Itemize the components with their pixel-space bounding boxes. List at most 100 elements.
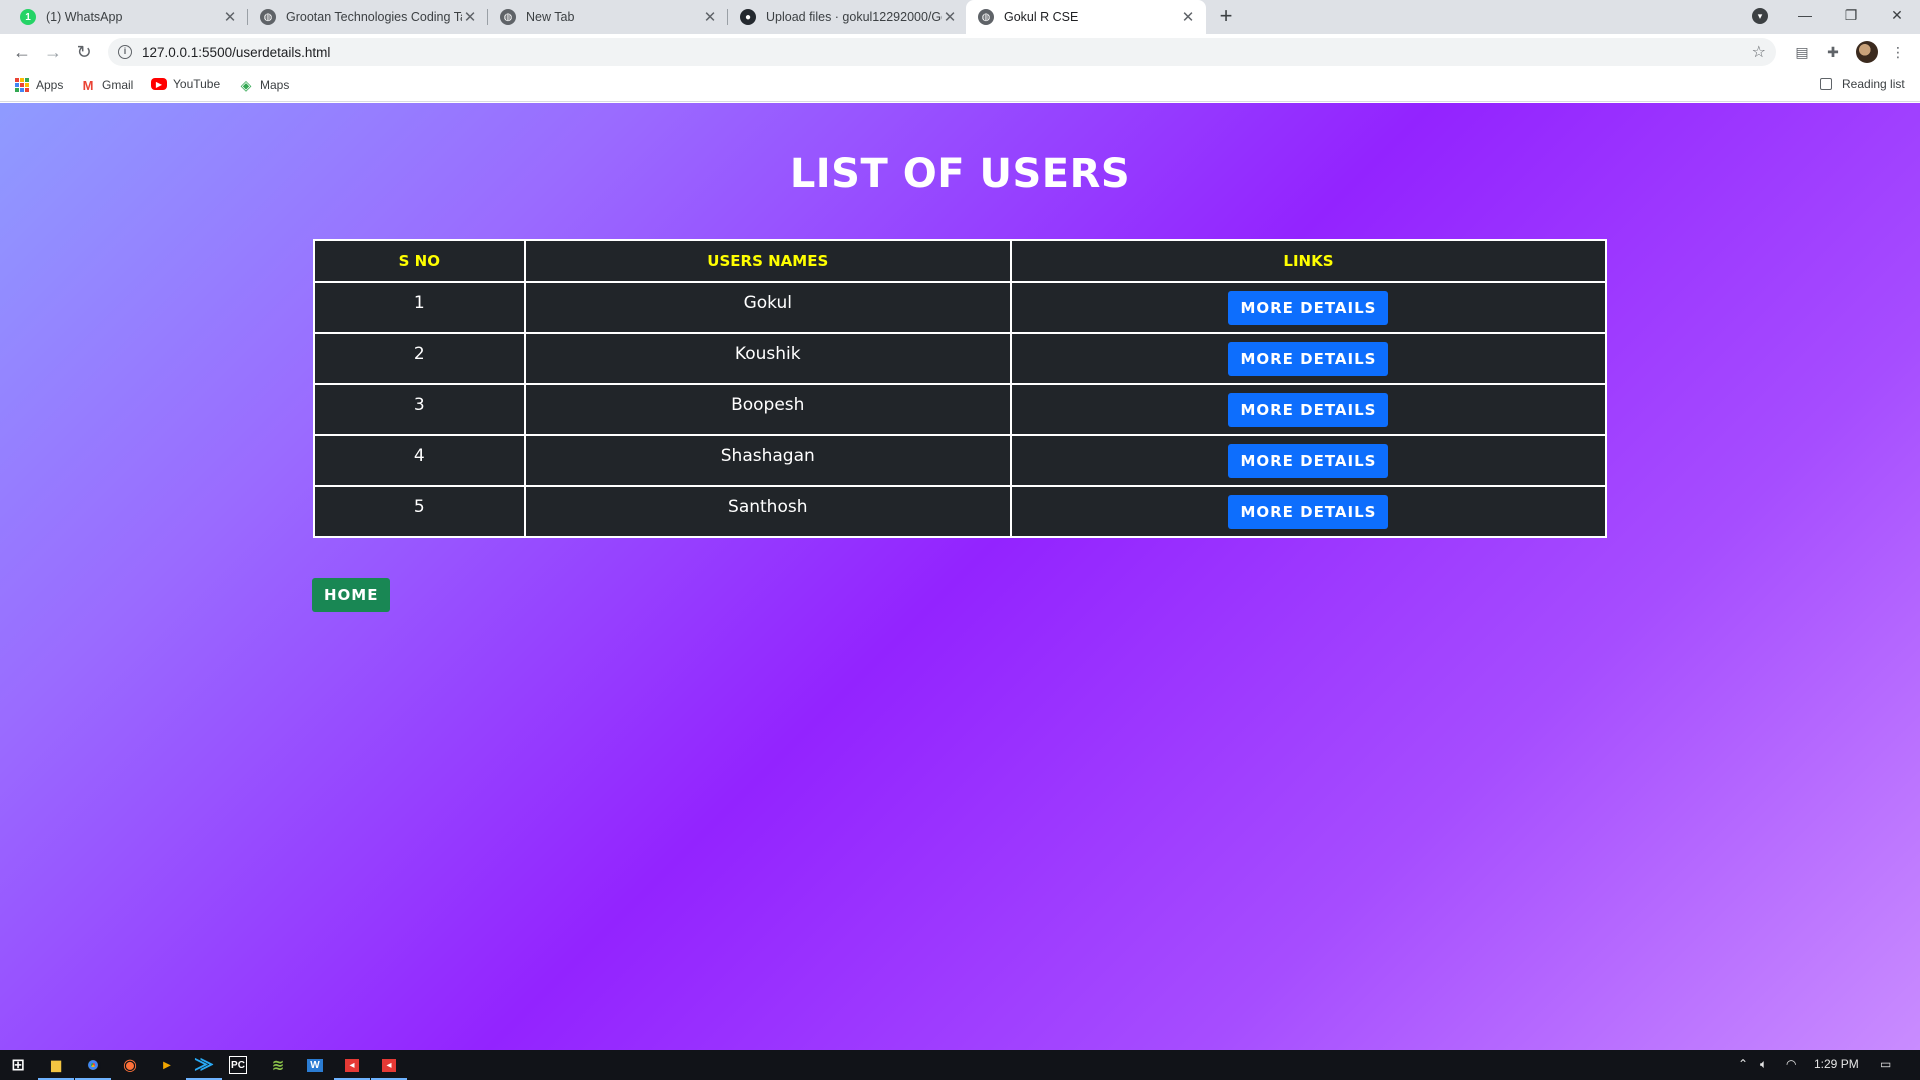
browser-toolbar: ← → ↻ i 127.0.0.1:5500/userdetails.html … xyxy=(0,34,1920,70)
table-row: 5 Santhosh MORE DETAILS xyxy=(313,485,1608,538)
bookmark-youtube[interactable]: ▶ YouTube xyxy=(151,77,220,91)
cell-user-name: Santhosh xyxy=(523,485,1012,538)
reload-icon[interactable]: ↻ xyxy=(72,40,96,64)
cell-user-name: Koushik xyxy=(523,332,1012,385)
tab-title: (1) WhatsApp xyxy=(46,10,123,24)
tab-whatsapp[interactable]: 1 (1) WhatsApp ✕ xyxy=(8,0,248,34)
close-tab-icon[interactable]: ✕ xyxy=(1180,8,1196,26)
page-content: LIST OF USERS S NO USERS NAMES LINKS 1 G… xyxy=(0,103,1920,1050)
word-icon[interactable]: W xyxy=(303,1053,327,1077)
address-url[interactable]: 127.0.0.1:5500/userdetails.html xyxy=(142,45,330,60)
close-tab-icon[interactable]: ✕ xyxy=(462,8,478,26)
maps-icon: ◈ xyxy=(240,76,252,93)
more-details-button[interactable]: MORE DETAILS xyxy=(1228,290,1389,325)
network-icon[interactable]: ◠ xyxy=(1786,1057,1796,1071)
more-details-button[interactable]: MORE DETAILS xyxy=(1228,341,1389,376)
reading-list-icon xyxy=(1820,78,1832,90)
firefox-icon[interactable]: ◉ xyxy=(118,1053,142,1077)
bookmarks-bar: Apps M Gmail ▶ YouTube ◈ Maps Reading li… xyxy=(0,70,1920,102)
column-header-sno: S NO xyxy=(313,239,526,283)
column-header-names: USERS NAMES xyxy=(523,239,1012,283)
whatsapp-icon: 1 xyxy=(20,9,36,25)
notification-icon[interactable]: ▭ xyxy=(1880,1057,1891,1071)
bookmark-label: YouTube xyxy=(173,77,221,91)
tab-strip: 1 (1) WhatsApp ✕ ◍ Grootan Technologies … xyxy=(0,0,1920,34)
chrome-icon[interactable] xyxy=(75,1053,111,1080)
reading-list-label: Reading list xyxy=(1842,77,1905,91)
tab-title: Gokul R CSE xyxy=(1004,10,1079,24)
table-header-row: S NO USERS NAMES LINKS xyxy=(313,239,1608,283)
globe-icon: ◍ xyxy=(500,9,516,25)
more-details-button[interactable]: MORE DETAILS xyxy=(1228,443,1389,478)
bookmark-maps[interactable]: ◈ Maps xyxy=(238,76,290,93)
address-bar[interactable]: i 127.0.0.1:5500/userdetails.html ☆ xyxy=(108,38,1776,66)
stack-app-icon[interactable]: ≋ xyxy=(266,1053,290,1077)
more-details-button[interactable]: MORE DETAILS xyxy=(1228,494,1389,529)
apps-grid-icon xyxy=(14,77,30,93)
reading-list[interactable]: Reading list xyxy=(1820,77,1905,91)
pycharm-icon[interactable]: PC xyxy=(229,1056,247,1074)
youtube-icon: ▶ xyxy=(151,78,167,90)
volume-icon[interactable]: 🔈︎ xyxy=(1760,1057,1767,1072)
profile-avatar[interactable] xyxy=(1856,41,1878,63)
cell-link: MORE DETAILS xyxy=(1009,332,1608,385)
cell-sno: 4 xyxy=(313,434,526,487)
tab-title: Upload files · gokul12292000/Go xyxy=(766,10,942,24)
close-window-icon[interactable]: ✕ xyxy=(1874,0,1920,30)
bookmark-label: Maps xyxy=(260,78,290,92)
cell-link: MORE DETAILS xyxy=(1009,281,1608,334)
cell-user-name: Gokul xyxy=(523,281,1012,334)
cell-link: MORE DETAILS xyxy=(1009,434,1608,487)
gmail-icon: M xyxy=(82,77,94,93)
cell-sno: 2 xyxy=(313,332,526,385)
table-row: 3 Boopesh MORE DETAILS xyxy=(313,383,1608,436)
cell-user-name: Boopesh xyxy=(523,383,1012,436)
bookmark-apps[interactable]: Apps xyxy=(14,77,63,93)
forward-arrow-icon[interactable]: → xyxy=(41,40,65,64)
menu-kebab-icon[interactable]: ⋮ xyxy=(1888,42,1908,62)
media-player-icon[interactable]: ▶ xyxy=(155,1053,179,1077)
bookmark-star-icon[interactable]: ☆ xyxy=(1752,42,1766,62)
users-table: S NO USERS NAMES LINKS 1 Gokul MORE DETA… xyxy=(313,239,1608,538)
vscode-icon[interactable]: ⨠ xyxy=(186,1053,222,1080)
windows-start-icon[interactable]: ⊞ xyxy=(6,1053,30,1077)
cell-sno: 3 xyxy=(313,383,526,436)
site-info-icon[interactable]: i xyxy=(118,45,132,59)
table-row: 4 Shashagan MORE DETAILS xyxy=(313,434,1608,487)
minimize-icon[interactable]: — xyxy=(1782,0,1828,30)
close-tab-icon[interactable]: ✕ xyxy=(702,8,718,26)
windows-taskbar: ⊞ ▆ ◉ ▶ ⨠ PC ≋ W ◂ ◂ ⌃ 🔈︎ ◠ 1:29 PM ▭ xyxy=(0,1050,1920,1080)
restore-icon[interactable]: ❐ xyxy=(1828,0,1874,30)
cell-link: MORE DETAILS xyxy=(1009,485,1608,538)
file-explorer-icon[interactable]: ▆ xyxy=(38,1053,74,1080)
media-icon[interactable]: ▤ xyxy=(1792,42,1812,62)
extensions-puzzle-icon[interactable]: ✚ xyxy=(1823,42,1843,62)
cell-user-name: Shashagan xyxy=(523,434,1012,487)
table-row: 1 Gokul MORE DETAILS xyxy=(313,281,1608,334)
close-tab-icon[interactable]: ✕ xyxy=(222,8,238,26)
tab-gokul-active[interactable]: ◍ Gokul R CSE ✕ xyxy=(966,0,1206,34)
table-row: 2 Koushik MORE DETAILS xyxy=(313,332,1608,385)
back-arrow-icon[interactable]: ← xyxy=(10,40,34,64)
close-tab-icon[interactable]: ✕ xyxy=(942,8,958,26)
app-red-icon-2[interactable]: ◂ xyxy=(371,1053,407,1080)
tab-search-icon[interactable]: ▾ xyxy=(1752,8,1768,24)
home-button[interactable]: HOME xyxy=(312,578,391,612)
cell-link: MORE DETAILS xyxy=(1009,383,1608,436)
tab-github-upload[interactable]: ● Upload files · gokul12292000/Go ✕ xyxy=(728,0,968,34)
page-title: LIST OF USERS xyxy=(789,151,1131,197)
globe-icon: ◍ xyxy=(978,9,994,25)
new-tab-button[interactable]: + xyxy=(1214,5,1238,29)
tab-new-tab[interactable]: ◍ New Tab ✕ xyxy=(488,0,728,34)
tab-grootan[interactable]: ◍ Grootan Technologies Coding Ta ✕ xyxy=(248,0,488,34)
bookmark-label: Apps xyxy=(36,78,64,92)
clock[interactable]: 1:29 PM xyxy=(1814,1057,1859,1071)
more-details-button[interactable]: MORE DETAILS xyxy=(1228,392,1389,427)
tab-title: Grootan Technologies Coding Ta xyxy=(286,10,462,24)
tray-chevron-icon[interactable]: ⌃ xyxy=(1738,1057,1748,1071)
column-header-links: LINKS xyxy=(1009,239,1608,283)
github-icon: ● xyxy=(740,9,756,25)
app-red-icon[interactable]: ◂ xyxy=(334,1053,370,1080)
bookmark-gmail[interactable]: M Gmail xyxy=(80,77,134,93)
tab-title: New Tab xyxy=(526,10,575,24)
